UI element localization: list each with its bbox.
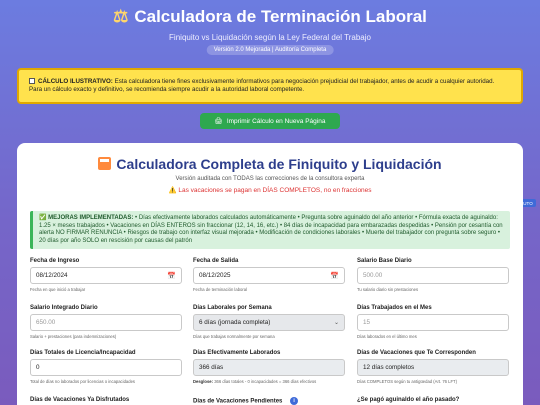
field-fecha-ingreso: Fecha de Ingreso 08/12/2024 📅 Fecha en q… bbox=[30, 258, 182, 292]
field-label: Fecha de Salida bbox=[193, 258, 239, 264]
calendar-icon[interactable]: 📅 bbox=[167, 272, 176, 280]
field-label: Salario Integrado Diario bbox=[30, 305, 98, 311]
field-help: Tu salario diario sin prestaciones bbox=[357, 287, 419, 292]
calendar-icon[interactable]: 📅 bbox=[330, 272, 339, 280]
scale-icon: ⚖ bbox=[113, 7, 129, 26]
field-dias-vacaciones: Días de Vacaciones que Te Corresponden 1… bbox=[357, 350, 509, 384]
dias-licencia-input[interactable]: 0 bbox=[30, 359, 182, 376]
app-title-text: Calculadora de Terminación Laboral bbox=[134, 7, 427, 26]
field-value: 12 días completos bbox=[363, 364, 415, 371]
field-vacaciones-pendientes: Días de Vacaciones Pendientes i bbox=[193, 397, 345, 405]
field-help: Días que trabajas normalmente por semana bbox=[193, 334, 275, 339]
dias-trabajados-mes-input[interactable]: 15 bbox=[357, 314, 509, 331]
dias-efectivos-output: 366 días bbox=[193, 359, 345, 376]
field-placeholder: 650.00 bbox=[36, 319, 56, 326]
warning-icon: ⚠️ bbox=[168, 187, 177, 194]
vacation-alert-text: Las vacaciones se pagan en DÍAS COMPLETO… bbox=[178, 187, 372, 194]
improvements-box: ✅ MEJORAS IMPLEMENTADAS: • Días efectiva… bbox=[30, 211, 510, 249]
app-subtitle: Finiquito vs Liquidación según la Ley Fe… bbox=[169, 33, 371, 42]
field-label: Días de Vacaciones que Te Corresponden bbox=[357, 350, 476, 356]
fecha-ingreso-input[interactable]: 08/12/2024 📅 bbox=[30, 267, 182, 284]
field-label: Días Trabajados en el Mes bbox=[357, 305, 432, 311]
field-dias-efectivos: Días Efectivamente Laborados 366 días De… bbox=[193, 350, 345, 384]
card-subtitle: Versión auditada con TODAS las correccio… bbox=[175, 176, 365, 182]
dias-vacaciones-output: 12 días completos bbox=[357, 359, 509, 376]
dias-laborales-select[interactable]: 6 días (jornada completa) ⌄ bbox=[193, 314, 345, 331]
fecha-salida-input[interactable]: 08/12/2025 📅 bbox=[193, 267, 345, 284]
chevron-down-icon: ⌄ bbox=[333, 320, 339, 326]
field-value: 08/12/2025 bbox=[199, 272, 231, 279]
improvements-strong: ✅ MEJORAS IMPLEMENTADAS: bbox=[39, 215, 134, 221]
field-label: Días Laborales por Semana bbox=[193, 305, 272, 311]
field-value: 08/12/2024 bbox=[36, 272, 68, 279]
field-dias-trabajados-mes: Días Trabajados en el Mes 15 Días labora… bbox=[357, 305, 509, 339]
field-placeholder: 15 bbox=[363, 319, 371, 326]
field-vacaciones-disfrutadas: Días de Vacaciones Ya Disfrutados bbox=[30, 397, 182, 405]
field-dias-laborales: Días Laborales por Semana 6 días (jornad… bbox=[193, 305, 345, 339]
field-help: Total de días no laborados por licencias… bbox=[30, 379, 135, 384]
field-help: Fecha en que inició a trabajar bbox=[30, 287, 86, 292]
field-aguinaldo-pregunta: ¿Se pagó aguinaldo el año pasado? bbox=[357, 397, 509, 405]
disclaimer-banner: CÁLCULO ILUSTRATIVO: Esta calculadora ti… bbox=[17, 68, 523, 104]
card-title: Calculadora Completa de Finiquito y Liqu… bbox=[17, 156, 523, 172]
disclaimer-strong: CÁLCULO ILUSTRATIVO: bbox=[38, 78, 113, 85]
card-title-text: Calculadora Completa de Finiquito y Liqu… bbox=[116, 156, 442, 172]
field-fecha-salida: Fecha de Salida 08/12/2025 📅 Fecha de te… bbox=[193, 258, 345, 292]
vacation-alert: ⚠️ Las vacaciones se pagan en DÍAS COMPL… bbox=[17, 186, 523, 194]
field-help-strong: Desglose: bbox=[193, 379, 214, 384]
print-button[interactable]: 🖨 Imprimir Cálculo en Nueva Página bbox=[200, 113, 340, 129]
field-help: Fecha de terminación laboral bbox=[193, 287, 248, 292]
field-label: Días Efectivamente Laborados bbox=[193, 350, 281, 356]
app-title: ⚖ Calculadora de Terminación Laboral bbox=[0, 7, 540, 27]
salario-integrado-input[interactable]: 650.00 bbox=[30, 314, 182, 331]
calculator-card: Calculadora Completa de Finiquito y Liqu… bbox=[17, 143, 523, 405]
field-value: 6 días (jornada completa) bbox=[199, 319, 271, 326]
field-label-text: Días de Vacaciones Pendientes bbox=[193, 398, 283, 405]
info-icon[interactable]: i bbox=[290, 397, 299, 405]
field-help: Días laborados en el último mes bbox=[357, 334, 417, 339]
field-label: Días de Vacaciones Pendientes i bbox=[193, 397, 345, 405]
field-label: Días de Vacaciones Ya Disfrutados bbox=[30, 397, 130, 403]
printer-icon: 🖨 bbox=[214, 118, 223, 125]
calculator-icon bbox=[98, 157, 112, 170]
field-label: Salario Base Diario bbox=[357, 258, 412, 264]
field-salario-base: Salario Base Diario 500.00 Tu salario di… bbox=[357, 258, 509, 292]
salario-base-input[interactable]: 500.00 bbox=[357, 267, 509, 284]
print-button-label: Imprimir Cálculo en Nueva Página bbox=[226, 117, 326, 125]
field-label: Fecha de Ingreso bbox=[30, 258, 80, 264]
field-help: Días COMPLETOS según tu antigüedad (Art.… bbox=[357, 379, 458, 384]
checkbox-icon bbox=[29, 78, 35, 85]
version-badge: Versión 2.0 Mejorada | Auditoría Complet… bbox=[206, 45, 334, 55]
field-label: Días Totales de Licencia/Incapacidad bbox=[30, 350, 136, 356]
field-help: Salario + prestaciones (para indemnizaci… bbox=[30, 334, 117, 339]
field-salario-integrado: Salario Integrado Diario 650.00 Salario … bbox=[30, 305, 182, 339]
field-label: ¿Se pagó aguinaldo el año pasado? bbox=[357, 397, 460, 403]
field-dias-licencia: Días Totales de Licencia/Incapacidad 0 T… bbox=[30, 350, 182, 384]
field-help: Desglose: 366 días totales - 0 incapacid… bbox=[193, 379, 345, 384]
field-value: 366 días bbox=[199, 364, 224, 371]
field-placeholder: 500.00 bbox=[363, 272, 383, 279]
field-help-text: 366 días totales - 0 incapacidades = 366… bbox=[214, 379, 317, 384]
field-value: 0 bbox=[36, 364, 40, 371]
